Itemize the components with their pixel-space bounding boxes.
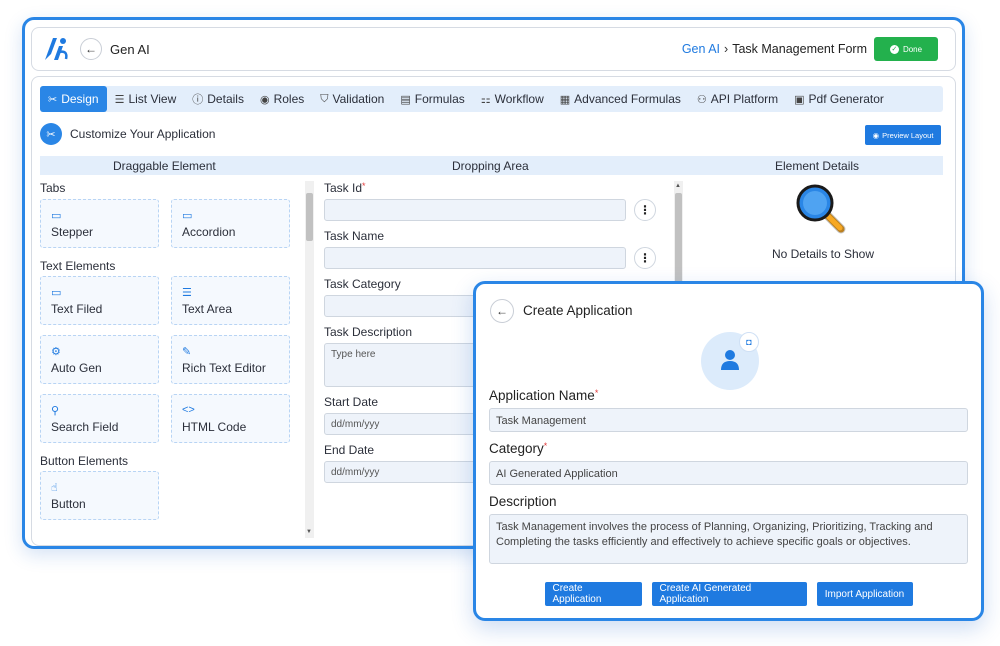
list-icon: ☰	[114, 93, 125, 106]
scroll-down-icon[interactable]: ▼	[306, 529, 312, 535]
workflow-icon: ⚏	[480, 93, 491, 106]
no-details-text: No Details to Show	[771, 247, 875, 261]
arrow-left-icon: ←	[85, 42, 97, 56]
application-name-input[interactable]: Task Management	[489, 408, 968, 432]
chat-icon: ▭	[182, 210, 193, 222]
tab-validation[interactable]: ⛉ Validation	[312, 86, 392, 112]
draggable-section-title: Draggable Element	[113, 159, 216, 173]
customize-header: ✂ Customize Your Application	[40, 123, 215, 145]
description-textarea[interactable]: Task Management involves the process of …	[489, 514, 968, 564]
breadcrumb-current: Task Management Form	[732, 42, 867, 56]
element-card-text-filed[interactable]: ▭ Text Filed	[40, 276, 159, 325]
field-label-task-name: Task Name	[324, 229, 385, 243]
magnifier-icon	[796, 184, 846, 234]
tab-design[interactable]: ✂ Design	[40, 86, 107, 112]
top-bar: ← Gen AI Gen AI › Task Management Form ✓ D…	[31, 27, 956, 71]
task-name-input[interactable]	[324, 247, 626, 269]
gear-icon: ⚙	[51, 346, 61, 358]
field-label-task-category: Task Category	[324, 277, 401, 291]
group-title-button-elements: Button Elements	[40, 454, 129, 468]
tab-roles[interactable]: ◉ Roles	[252, 86, 312, 112]
tab-list-view[interactable]: ☰ List View	[107, 86, 185, 112]
element-card-search-field[interactable]: ⚲ Search Field	[40, 394, 159, 443]
tab-bar: ✂ Design ☰ List View ⓘ Details ◉ Roles ⛉ Vali…	[40, 86, 943, 112]
dropping-section-title: Dropping Area	[452, 159, 529, 173]
field-label-task-description: Task Description	[324, 325, 413, 339]
breadcrumb-root-link[interactable]: Gen AI	[682, 42, 720, 56]
code-icon: <>	[182, 404, 195, 416]
element-card-button[interactable]: ☝ Button	[40, 471, 159, 520]
field-label-start-date: Start Date	[324, 395, 379, 409]
element-card-accordion[interactable]: ▭ Accordion	[171, 199, 290, 248]
done-label: Done	[902, 44, 923, 54]
tab-details[interactable]: ⓘ Details	[184, 86, 252, 112]
user-icon	[721, 350, 739, 370]
calendar-icon: ▦	[559, 93, 571, 106]
element-card-stepper[interactable]: ▭ Stepper	[40, 199, 159, 248]
application-name-label: Application Name*	[489, 388, 599, 403]
highlighter-icon: ✎	[182, 346, 192, 358]
api-icon: ⚇	[696, 93, 707, 106]
tab-pdf-generator[interactable]: ▣ Pdf Generator	[786, 86, 892, 112]
element-card-html-code[interactable]: <> HTML Code	[171, 394, 290, 443]
done-button[interactable]: ✓ Done	[874, 37, 938, 61]
document-icon: ▤	[400, 93, 411, 106]
field-label-end-date: End Date	[324, 443, 375, 457]
more-options-icon[interactable]: ⋮	[634, 199, 656, 221]
modal-title: Create Application	[523, 303, 633, 318]
shield-icon: ⛉	[320, 92, 329, 105]
check-circle-icon: ✓	[889, 44, 899, 54]
task-id-input[interactable]	[324, 199, 626, 221]
create-application-button[interactable]: Create Application	[544, 582, 642, 606]
preview-layout-button[interactable]: ◉ Preview Layout	[865, 125, 941, 145]
more-options-icon[interactable]: ⋮	[634, 247, 656, 269]
customize-label: Customize Your Application	[70, 127, 216, 141]
section-header-bar: Draggable Element Dropping Area Element …	[40, 156, 943, 175]
element-card-text-area[interactable]: ☰ Text Area	[171, 276, 290, 325]
details-section-title: Element Details	[775, 159, 860, 173]
import-application-button[interactable]: Import Application	[816, 582, 913, 606]
draggable-scrollbar[interactable]: ▼	[305, 181, 314, 538]
app-title: Gen AI	[110, 42, 150, 57]
group-title-tabs: Tabs	[40, 181, 66, 195]
category-label: Category*	[489, 441, 548, 456]
chat-lines-icon: ☰	[182, 287, 192, 299]
pdf-icon: ▣	[794, 93, 805, 106]
group-title-text-elements: Text Elements	[40, 259, 116, 273]
modal-actions: Create Application Create AI Generated A…	[476, 582, 981, 606]
category-input[interactable]: AI Generated Application	[489, 461, 968, 485]
camera-icon[interactable]: ◘	[739, 332, 759, 352]
search-icon: ⚲	[51, 405, 60, 417]
back-button[interactable]: ←	[80, 38, 102, 60]
element-card-auto-gen[interactable]: ⚙ Auto Gen	[40, 335, 159, 384]
create-application-modal: ← Create Application ◘ Application Name*…	[473, 281, 984, 621]
app-logo	[45, 38, 68, 60]
breadcrumb: Gen AI › Task Management Form	[682, 42, 867, 56]
eye-icon: ◉	[872, 130, 880, 140]
tab-workflow[interactable]: ⚏ Workflow	[473, 86, 552, 112]
tab-api-platform[interactable]: ⚇ API Platform	[689, 86, 786, 112]
field-label-task-id: Task Id*	[324, 181, 366, 195]
roles-icon: ◉	[259, 93, 270, 106]
description-label: Description	[489, 494, 557, 509]
arrow-left-icon: ←	[496, 304, 508, 318]
chat-icon: ▭	[51, 287, 62, 299]
modal-back-button[interactable]: ←	[490, 299, 514, 323]
element-card-rich-text-editor[interactable]: ✎ Rich Text Editor	[171, 335, 290, 384]
chat-icon: ▭	[51, 210, 62, 222]
breadcrumb-separator: ›	[724, 42, 729, 56]
tools-icon: ✂	[40, 123, 62, 145]
design-tools-icon: ✂	[48, 93, 58, 106]
scroll-up-icon[interactable]: ▲	[675, 183, 681, 189]
tab-formulas[interactable]: ▤ Formulas	[392, 86, 472, 112]
pointer-icon: ☝	[51, 482, 58, 494]
tab-advanced-formulas[interactable]: ▦ Advanced Formulas	[552, 86, 689, 112]
info-icon: ⓘ	[192, 94, 204, 106]
create-ai-generated-application-button[interactable]: Create AI Generated Application	[651, 582, 807, 606]
scrollbar-thumb[interactable]	[306, 193, 313, 241]
